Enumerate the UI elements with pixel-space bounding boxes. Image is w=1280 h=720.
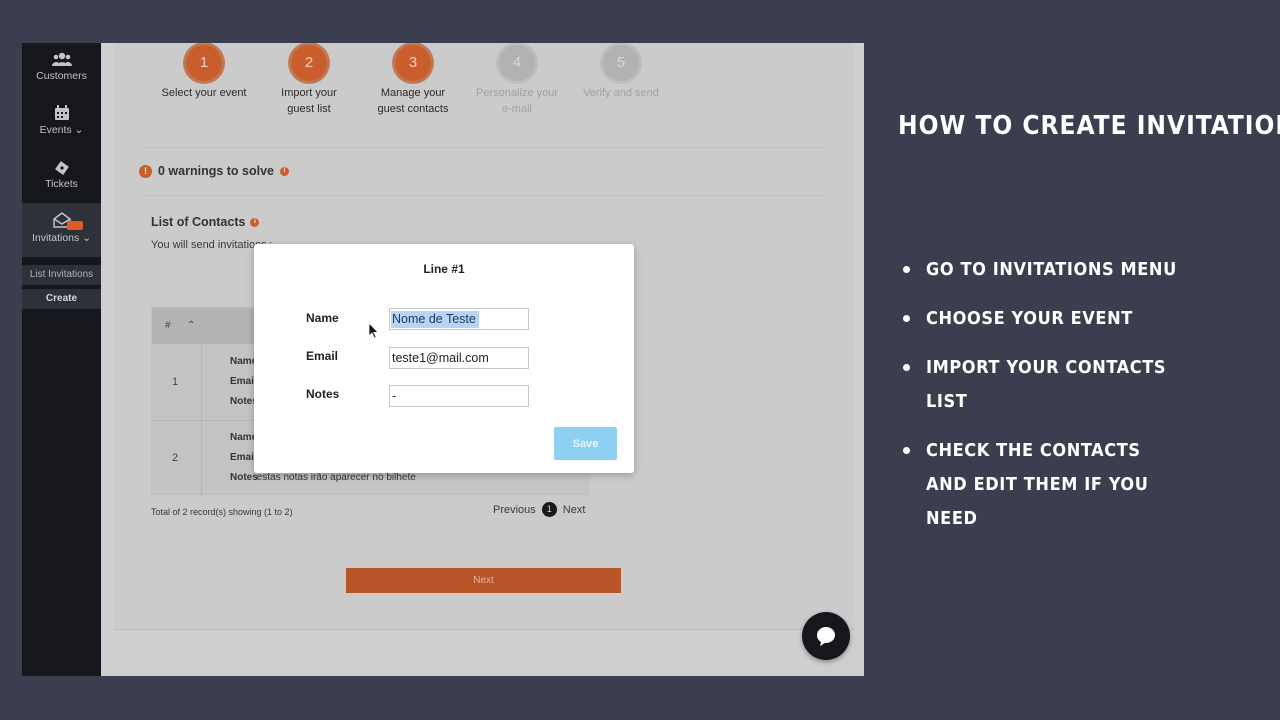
pagination: Previous 1 Next [493,502,585,517]
tutorial-step: CHOOSE YOUR EVENT [903,302,1203,336]
table-row-2-email: Email [230,452,257,463]
next-page-link[interactable]: Next [563,504,586,516]
previous-page-link[interactable]: Previous [493,504,536,516]
step-label: Personalize your e-mail [476,87,558,115]
column-header-number[interactable]: # [165,320,171,331]
step-5[interactable]: 5 Verify and send [566,45,676,101]
step-circle: 1 [186,45,222,81]
step-1[interactable]: 1 Select your event [149,45,259,101]
tutorial-step: CHECK THE CONTACTS AND EDIT THEM IF YOU … [903,434,1163,536]
table-row-2-notes: Notesestas notas irão aparecer no bilhet… [230,472,416,483]
tutorial-steps: GO TO INVITATIONS MENU CHOOSE YOUR EVENT… [903,253,1203,551]
users-icon [51,52,72,66]
sidebar: Customers Events ⌄ Tickets Invitations ⌄… [22,43,101,676]
warnings-summary: ! 0 warnings to solve i [139,164,290,178]
sort-icon[interactable]: ⌃ [187,320,195,331]
info-icon[interactable]: i [280,166,290,176]
warnings-text: 0 warnings to solve [158,164,275,178]
name-field[interactable] [389,308,529,330]
step-circle: 5 [603,45,639,81]
step-label: Manage your guest contacts [377,87,449,115]
step-4[interactable]: 4 Personalize your e-mail [462,45,572,117]
chat-bubble-icon [817,627,835,646]
ticket-icon [54,161,69,175]
divider [140,195,828,196]
sidebar-label: Tickets [45,178,78,190]
step-label: Verify and send [583,87,659,99]
divider [114,629,854,630]
name-label: Name [306,311,339,325]
info-icon[interactable]: i [250,217,260,227]
warning-icon: ! [139,164,152,178]
save-button[interactable]: Save [554,427,617,460]
edit-contact-modal: Line #1 Name Email Notes Save [254,244,634,473]
step-2[interactable]: 2 Import your guest list [254,45,364,117]
row-number: 2 [172,452,179,464]
tutorial-step: IMPORT YOUR CONTACTS LIST [903,351,1203,419]
sidebar-label: Invitations [32,232,80,244]
row-number: 1 [172,376,179,388]
step-label: Select your event [161,87,247,99]
step-3[interactable]: 3 Manage your guest contacts [358,45,468,117]
sidebar-item-invitations[interactable]: Invitations ⌄ [22,203,101,257]
new-badge [67,221,83,230]
sidebar-subitem-list-invitations[interactable]: List Invitations [22,265,101,285]
calendar-icon [54,105,69,120]
step-label: Import your guest list [281,87,337,115]
notes-field[interactable] [389,385,529,407]
sidebar-item-tickets[interactable]: Tickets [22,159,101,190]
chevron-down-icon: ⌄ [79,232,91,244]
sidebar-subitem-create[interactable]: Create [22,289,101,309]
mouse-cursor-icon [369,323,379,339]
chevron-down-icon: ⌄ [71,124,84,136]
contacts-title-text: List of Contacts [151,215,246,229]
next-button[interactable]: Next [346,568,621,593]
step-circle: 4 [499,45,535,81]
sidebar-label: Events [39,124,72,136]
tutorial-step: GO TO INVITATIONS MENU [903,253,1203,287]
contacts-subtitle: You will send invitations for 2 contacts [151,239,271,251]
page-1-button[interactable]: 1 [541,502,557,517]
email-field[interactable] [389,347,529,369]
divider [140,147,828,148]
tutorial-title: HOW TO CREATE INVITATIONS [898,111,1280,141]
table-row-1-email: Email [230,376,257,387]
contacts-title: List of Contacts i [151,215,260,229]
chat-button[interactable] [802,612,850,660]
records-count: Total of 2 record(s) showing (1 to 2) [151,507,293,517]
app-window: Customers Events ⌄ Tickets Invitations ⌄… [22,43,864,676]
step-circle: 3 [395,45,431,81]
modal-title: Line #1 [423,262,465,276]
notes-label: Notes [306,387,340,401]
sidebar-item-events[interactable]: Events ⌄ [22,105,101,136]
sidebar-item-customers[interactable]: Customers [22,51,101,82]
sidebar-label: Customers [36,70,87,82]
email-label: Email [306,349,339,363]
step-circle: 2 [291,45,327,81]
